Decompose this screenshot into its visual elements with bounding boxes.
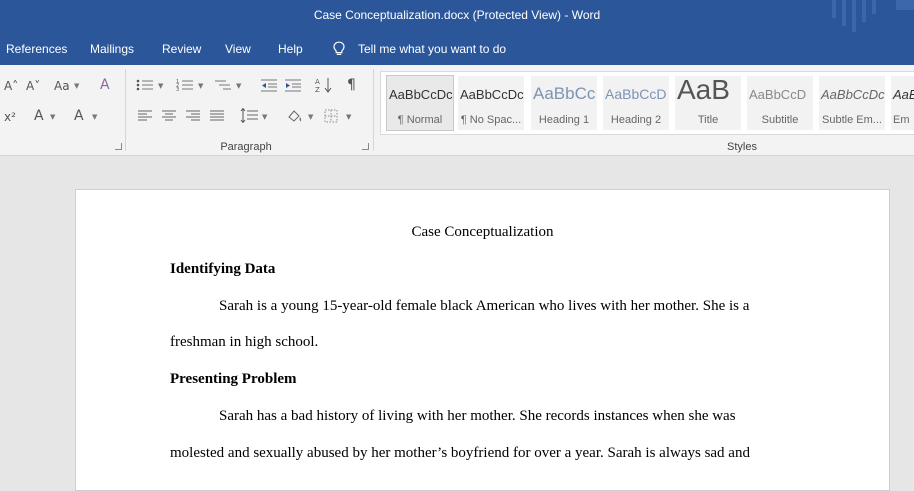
chevron-down-icon[interactable]: ▼ — [198, 82, 203, 90]
title-bar-decoration — [842, 0, 846, 26]
change-case-icon[interactable]: Aa — [54, 79, 70, 93]
svg-text:A: A — [315, 78, 320, 86]
style-preview: AaB — [677, 76, 730, 105]
justify-icon[interactable] — [210, 110, 224, 122]
document-title: Case Conceptualization — [411, 224, 554, 240]
chevron-down-icon[interactable]: ▼ — [308, 113, 313, 121]
style-heading-2[interactable]: AaBbCcD Heading 2 — [603, 76, 669, 130]
section-heading: Presenting Problem — [170, 371, 297, 387]
line-spacing-icon[interactable] — [240, 108, 258, 124]
numbering-icon[interactable]: 1 2 3 — [176, 78, 194, 92]
ribbon: A˄ A˅ Aa ▼ A x² A ▼ A ▼ ▼ 1 2 3 ▼ ▼ A Z … — [0, 65, 914, 156]
paragraph-dialog-launcher-icon[interactable] — [362, 143, 369, 150]
chevron-down-icon[interactable]: ▼ — [262, 113, 267, 121]
style-preview: AaBbCcDc — [389, 87, 453, 102]
svg-text:Z: Z — [315, 86, 320, 94]
shading-icon[interactable] — [286, 108, 304, 124]
chevron-down-icon[interactable]: ▼ — [158, 82, 163, 90]
title-bar: Case Conceptualization.docx (Protected V… — [0, 0, 914, 32]
increase-indent-icon[interactable] — [284, 78, 302, 92]
style-emphasis[interactable]: AaBb Em — [891, 76, 914, 130]
style-name: Em — [893, 114, 910, 126]
style-name: ¶ Normal — [397, 114, 443, 126]
style-heading-1[interactable]: AaBbCc Heading 1 — [531, 76, 597, 130]
style-name: ¶ No Spac... — [460, 114, 522, 126]
style-preview: AaBb — [893, 87, 914, 102]
paragraph-group-label: Paragraph — [220, 141, 272, 153]
bullets-icon[interactable] — [136, 78, 154, 92]
chevron-down-icon[interactable]: ▼ — [74, 82, 79, 90]
group-separator — [125, 69, 126, 151]
title-bar-decoration — [832, 0, 836, 18]
tab-help[interactable]: Help — [278, 42, 303, 56]
paragraph-line: Sarah has a bad history of living with h… — [219, 408, 736, 424]
tab-view[interactable]: View — [225, 42, 251, 56]
chevron-down-icon[interactable]: ▼ — [50, 113, 55, 121]
align-left-icon[interactable] — [138, 110, 152, 122]
shrink-font-icon[interactable]: A˅ — [26, 79, 40, 93]
lightbulb-icon[interactable] — [332, 41, 346, 57]
borders-icon[interactable] — [324, 109, 338, 123]
show-hide-pilcrow-icon[interactable]: ¶ — [347, 78, 356, 92]
chevron-down-icon[interactable]: ▼ — [236, 82, 241, 90]
style-preview: AaBbCcDc — [460, 87, 524, 102]
group-separator — [373, 69, 374, 151]
style-subtitle[interactable]: AaBbCcD Subtitle — [747, 76, 813, 130]
document-canvas[interactable]: Case Conceptualization Identifying Data … — [0, 156, 914, 491]
font-dialog-launcher-icon[interactable] — [115, 143, 122, 150]
title-bar-decoration — [862, 0, 866, 22]
superscript-icon[interactable]: x² — [4, 110, 16, 124]
style-name: Heading 1 — [538, 114, 590, 126]
style-preview: AaBbCc — [533, 84, 596, 103]
paragraph-line: molested and sexually abused by her moth… — [170, 445, 750, 461]
grow-font-icon[interactable]: A˄ — [4, 79, 18, 93]
style-name: Title — [697, 114, 719, 126]
tab-mailings[interactable]: Mailings — [90, 42, 134, 56]
style-preview: AaBbCcDc — [821, 87, 885, 102]
sort-icon[interactable]: A Z — [315, 76, 333, 94]
section-heading: Identifying Data — [170, 261, 276, 277]
decrease-indent-icon[interactable] — [260, 78, 278, 92]
style-normal[interactable]: AaBbCcDc ¶ Normal — [386, 75, 454, 131]
document-page[interactable]: Case Conceptualization Identifying Data … — [75, 189, 890, 491]
multilevel-list-icon[interactable] — [214, 78, 232, 92]
title-bar-decoration — [896, 0, 914, 10]
text-effects-icon[interactable]: A — [34, 109, 44, 123]
window-title: Case Conceptualization.docx (Protected V… — [313, 8, 601, 22]
style-name: Heading 2 — [610, 114, 662, 126]
style-no-spacing[interactable]: AaBbCcDc ¶ No Spac... — [458, 76, 524, 130]
align-center-icon[interactable] — [162, 110, 176, 122]
tab-references[interactable]: References — [6, 42, 67, 56]
clear-formatting-icon[interactable]: A — [100, 78, 110, 92]
paragraph-line: Sarah is a young 15-year-old female blac… — [219, 298, 750, 314]
styles-group-label: Styles — [727, 141, 757, 153]
styles-gallery: AaBbCcDc ¶ Normal AaBbCcDc ¶ No Spac... … — [380, 71, 914, 135]
title-bar-decoration — [852, 0, 856, 32]
style-title[interactable]: AaB Title — [675, 76, 741, 130]
font-color-icon[interactable]: A — [74, 109, 84, 123]
style-name: Subtitle — [761, 114, 799, 126]
style-subtle-emphasis[interactable]: AaBbCcDc Subtle Em... — [819, 76, 885, 130]
chevron-down-icon[interactable]: ▼ — [346, 113, 351, 121]
paragraph-line: freshman in high school. — [170, 334, 319, 350]
style-name: Subtle Em... — [822, 114, 882, 126]
tell-me-search[interactable]: Tell me what you want to do — [358, 42, 506, 56]
svg-text:3: 3 — [176, 87, 179, 92]
style-preview: AaBbCcD — [605, 86, 667, 102]
chevron-down-icon[interactable]: ▼ — [92, 113, 97, 121]
title-bar-decoration — [872, 0, 876, 14]
ribbon-tab-bar: References Mailings Review View Help Tel… — [0, 32, 914, 65]
tab-review[interactable]: Review — [162, 42, 201, 56]
align-right-icon[interactable] — [186, 110, 200, 122]
style-preview: AaBbCcD — [749, 87, 807, 102]
